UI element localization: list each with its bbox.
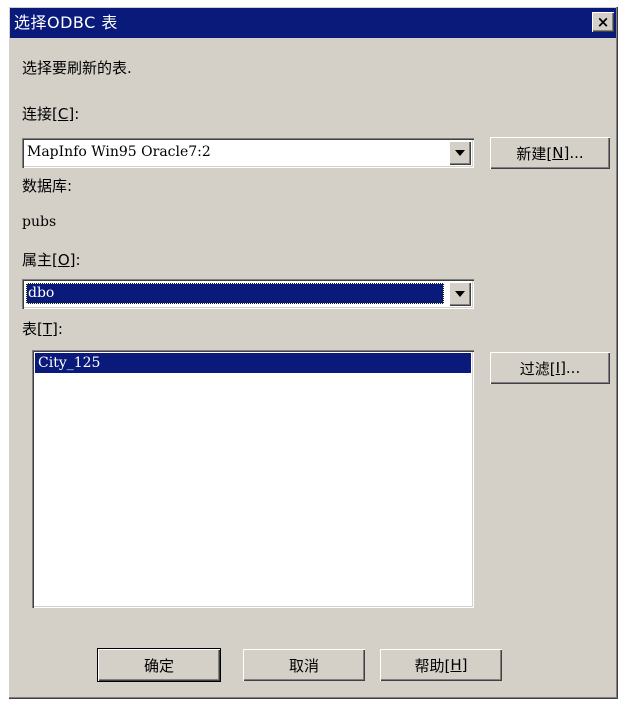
- tables-label: 表[T]:: [22, 320, 63, 338]
- instruction-text: 选择要刷新的表.: [22, 59, 132, 77]
- chevron-down-icon[interactable]: [449, 282, 471, 306]
- select-odbc-table-dialog: 选择ODBC 表 × 选择要刷新的表. 连接[C]: MapInfo Win95…: [8, 6, 618, 699]
- owner-select[interactable]: dbo: [22, 279, 474, 309]
- help-button[interactable]: 帮助[H]: [380, 649, 502, 681]
- title-bar[interactable]: 选择ODBC 表 ×: [10, 8, 616, 38]
- filter-button[interactable]: 过滤[I]...: [490, 352, 610, 384]
- connection-value: MapInfo Win95 Oracle7:2: [27, 144, 211, 160]
- owner-label: 属主[O]:: [22, 251, 81, 269]
- window-title: 选择ODBC 表: [14, 13, 118, 32]
- list-item[interactable]: City_125: [35, 353, 471, 373]
- ok-button[interactable]: 确定: [98, 649, 220, 681]
- close-button[interactable]: ×: [592, 12, 614, 32]
- chevron-down-icon[interactable]: [449, 141, 471, 165]
- database-value: pubs: [22, 214, 57, 230]
- cancel-button[interactable]: 取消: [243, 649, 365, 681]
- database-label: 数据库:: [22, 177, 73, 195]
- close-icon: ×: [596, 13, 610, 31]
- connection-label: 连接[C]:: [22, 105, 80, 123]
- connection-select[interactable]: MapInfo Win95 Oracle7:2: [22, 138, 474, 168]
- owner-value: dbo: [26, 283, 444, 304]
- tables-list[interactable]: City_125: [32, 350, 474, 608]
- new-connection-button[interactable]: 新建[N]...: [490, 137, 610, 169]
